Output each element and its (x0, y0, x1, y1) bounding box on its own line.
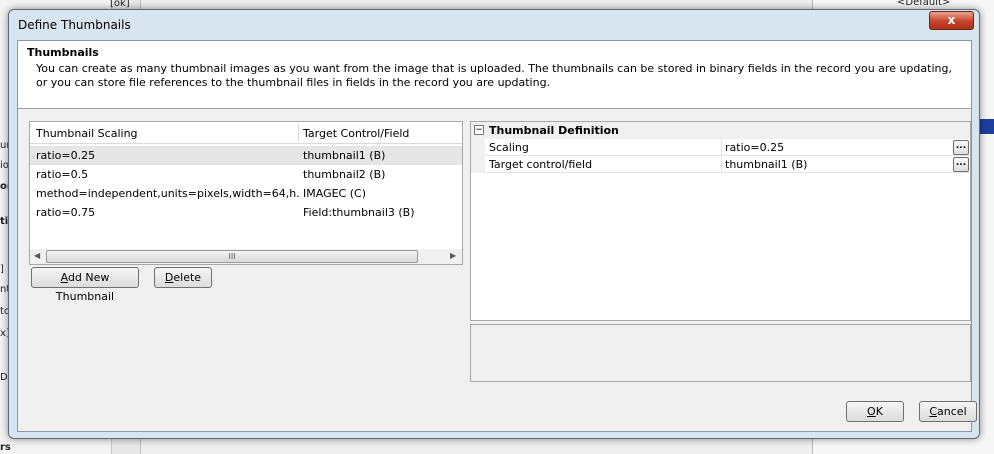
ok-button[interactable]: OK (846, 401, 904, 422)
background-default-label: <Default> (897, 0, 951, 8)
close-button[interactable]: x (929, 11, 974, 30)
scaling-browse-button[interactable]: ... (953, 140, 969, 155)
property-splitter[interactable] (721, 139, 722, 156)
cancel-button-mnemonic: C (929, 405, 938, 418)
background-tab-fragment: [ok] (110, 0, 130, 9)
define-thumbnails-dialog: Define Thumbnails x Thumbnails You can c… (8, 9, 980, 439)
column-header-target-control-field[interactable]: Target Control/Field (303, 127, 409, 140)
property-name: Scaling (489, 141, 529, 154)
property-gutter (471, 139, 485, 156)
dialog-header-panel: Thumbnails You can create as many thumbn… (18, 41, 971, 109)
table-row[interactable]: ratio=0.75 Field:thumbnail3 (B) (30, 203, 462, 222)
scrollbar-grip-icon: III (228, 252, 236, 261)
property-description-panel (470, 324, 971, 382)
dialog-titlebar[interactable]: Define Thumbnails x (9, 10, 979, 40)
thumbnail-list[interactable]: Thumbnail Scaling Target Control/Field r… (29, 121, 463, 265)
row-target: thumbnail1 (B) (303, 149, 386, 162)
column-header-thumbnail-scaling[interactable]: Thumbnail Scaling (36, 127, 138, 140)
property-gutter (471, 156, 485, 173)
row-target: Field:thumbnail3 (B) (303, 206, 415, 219)
cancel-button[interactable]: Cancel (919, 401, 977, 422)
background-left-fragment: ] (0, 264, 4, 275)
delete-button-label: elete (173, 271, 202, 284)
collapse-icon[interactable]: − (474, 125, 484, 135)
header-description: You can create as many thumbnail images … (36, 62, 952, 89)
ok-button-mnemonic: O (867, 405, 876, 418)
table-row[interactable]: ratio=0.5 thumbnail2 (B) (30, 165, 462, 184)
row-scaling: ratio=0.25 (36, 149, 96, 162)
close-icon: x (947, 13, 956, 27)
row-scaling: ratio=0.5 (36, 168, 89, 181)
row-scaling: method=independent,units=pixels,width=64… (36, 187, 300, 200)
column-divider[interactable] (298, 124, 299, 142)
ok-button-label: K (875, 405, 883, 418)
table-row[interactable]: ratio=0.25 thumbnail1 (B) (30, 146, 462, 165)
delete-button[interactable]: Delete (154, 267, 212, 288)
ellipsis-icon: ... (955, 158, 967, 168)
scrollbar-thumb[interactable]: III (46, 250, 418, 263)
property-row-target-control-field[interactable]: Target control/field thumbnail1 (B) ... (471, 156, 970, 173)
horizontal-scrollbar[interactable]: ◀ III ▶ (30, 249, 462, 264)
thumbnail-list-header: Thumbnail Scaling Target Control/Field (30, 122, 462, 144)
dialog-client-area: Thumbnails You can create as many thumbn… (17, 40, 977, 432)
property-name: Target control/field (489, 158, 593, 171)
background-selection-highlight (980, 119, 994, 134)
dialog-title: Define Thumbnails (18, 18, 131, 32)
property-category-title: Thumbnail Definition (489, 124, 619, 137)
ellipsis-icon: ... (955, 141, 967, 151)
scroll-left-icon[interactable]: ◀ (34, 251, 40, 260)
row-target: thumbnail2 (B) (303, 168, 386, 181)
table-row[interactable]: method=independent,units=pixels,width=64… (30, 184, 462, 203)
header-title: Thumbnails (27, 46, 99, 59)
property-row-scaling[interactable]: Scaling ratio=0.25 ... (471, 139, 970, 156)
scroll-right-icon[interactable]: ▶ (450, 251, 456, 260)
background-left-fragment: rs (0, 442, 11, 453)
thumbnail-definition-property-grid[interactable]: − Thumbnail Definition Scaling ratio=0.2… (470, 121, 971, 321)
add-new-thumbnail-button[interactable]: Add New Thumbnail (31, 267, 139, 303)
background-left-fragment: ti (0, 216, 9, 227)
row-scaling: ratio=0.75 (36, 206, 96, 219)
property-value[interactable]: ratio=0.25 (725, 141, 784, 154)
property-value[interactable]: thumbnail1 (B) (725, 158, 807, 171)
cancel-button-label: ancel (937, 405, 967, 418)
property-splitter[interactable] (721, 156, 722, 173)
property-category[interactable]: − Thumbnail Definition (471, 122, 970, 139)
target-browse-button[interactable]: ... (953, 157, 969, 172)
add-button-mnemonic: A (60, 271, 68, 284)
row-target: IMAGEC (C) (303, 187, 366, 200)
